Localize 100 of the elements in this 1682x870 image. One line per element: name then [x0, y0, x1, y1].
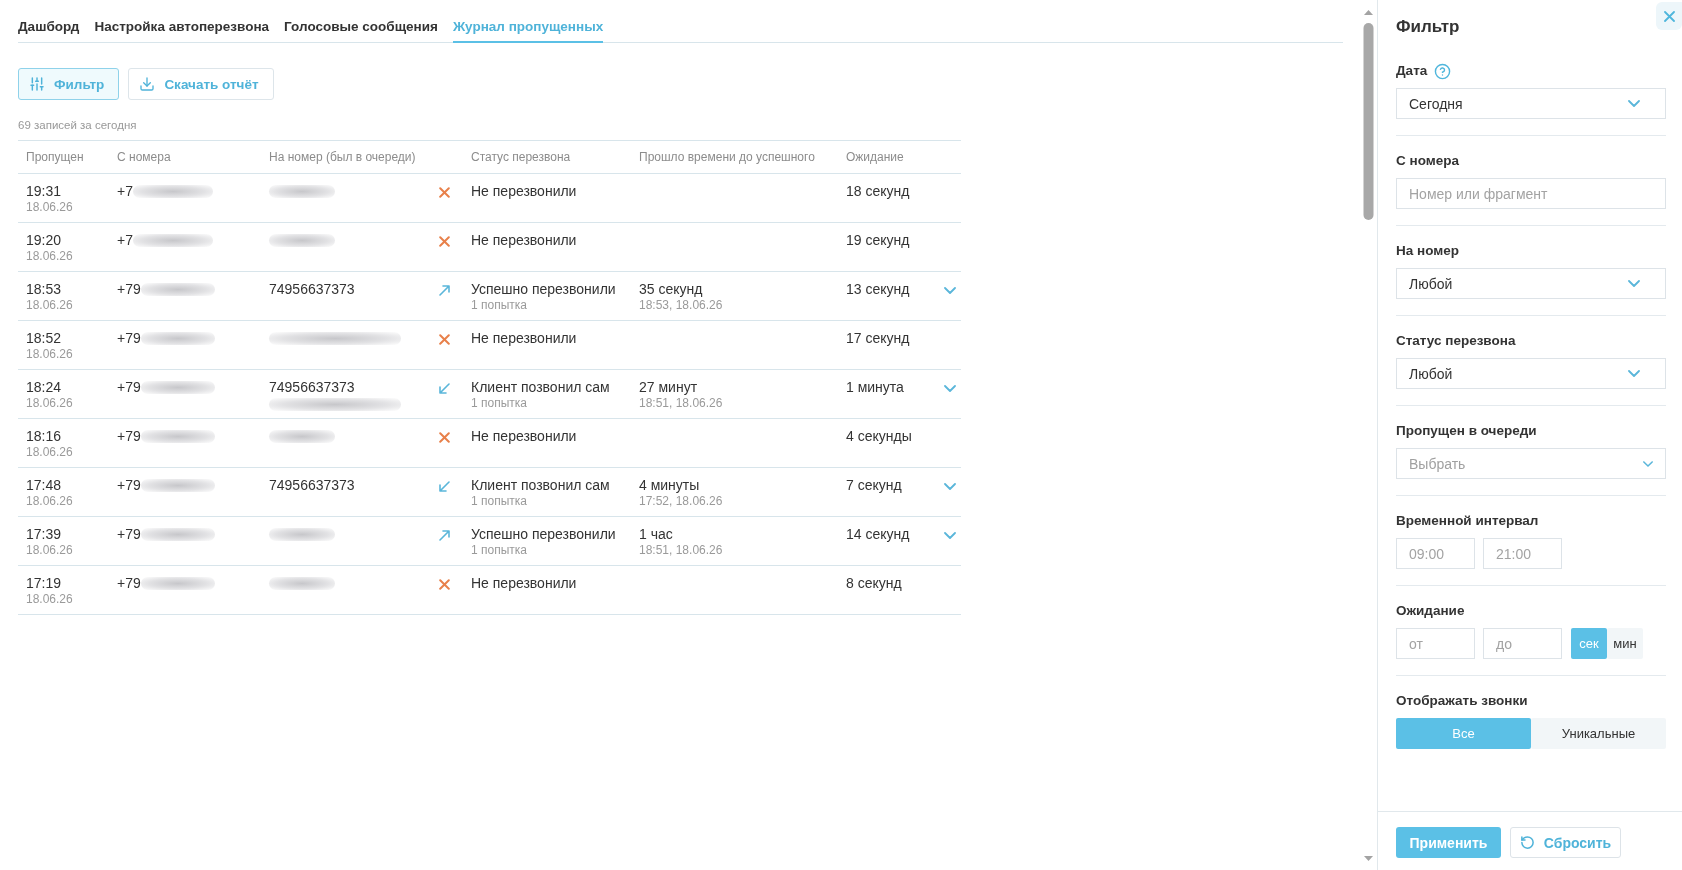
date-text: 18.06.26	[26, 249, 73, 263]
field-label: Отображать звонки	[1396, 692, 1528, 710]
attempts-text: 1 попытка	[471, 543, 527, 557]
text-input[interactable]: 21:00	[1483, 538, 1562, 569]
chevron-down-icon[interactable]	[944, 483, 956, 490]
panel-title: Фильтр	[1396, 16, 1460, 38]
attempts-text: 1 попытка	[471, 494, 527, 508]
column-header: С номера	[117, 150, 171, 164]
column-header: Статус перезвона	[471, 150, 571, 164]
phone-number: +79	[117, 428, 141, 445]
phone-number: 74956637373	[269, 281, 355, 298]
time-text: 18:52	[26, 330, 62, 347]
tab[interactable]: Голосовые сообщения	[284, 18, 438, 43]
tab[interactable]: Дашборд	[18, 18, 80, 43]
phone-number: +79	[117, 379, 141, 396]
time-text: 17:19	[26, 575, 62, 592]
date-text: 18.06.26	[26, 445, 73, 459]
time-text: 18:53	[26, 281, 62, 298]
time-text: 19:20	[26, 232, 62, 249]
phone-number: 74956637373	[269, 477, 355, 494]
timestamp-text: 18:51, 18.06.26	[639, 396, 723, 410]
timestamp-text: 17:52, 18.06.26	[639, 494, 723, 508]
status-text: Не перезвонили	[471, 428, 577, 445]
field-label: Ожидание	[1396, 602, 1465, 620]
phone-number: +79	[117, 477, 141, 494]
status-text: Клиент позвонил сам	[471, 379, 610, 396]
column-header: На номер (был в очереди)	[269, 150, 416, 164]
reset-icon	[1519, 835, 1535, 850]
phone-number: +7	[117, 183, 133, 200]
text-input[interactable]: от	[1396, 628, 1475, 659]
help-icon[interactable]	[1434, 62, 1452, 80]
dropdown[interactable]: Сегодня	[1396, 88, 1666, 119]
field-label: Временной интервал	[1396, 512, 1539, 530]
segment-button[interactable]: Уникальные	[1531, 718, 1666, 749]
chevron-down-icon[interactable]	[1643, 460, 1653, 467]
time-text: 17:39	[26, 526, 62, 543]
wait-time: 4 секунды	[846, 428, 912, 445]
phone-number: +79	[117, 526, 141, 543]
chevron-down-icon[interactable]	[1628, 280, 1640, 287]
dropdown[interactable]: Любой	[1396, 358, 1666, 389]
field-label: С номера	[1396, 152, 1459, 170]
tab[interactable]: Настройка автоперезвона	[94, 18, 270, 43]
phone-number: +7	[117, 232, 133, 249]
wait-time: 13 секунд	[846, 281, 910, 298]
chevron-down-icon[interactable]	[944, 287, 956, 294]
text-input[interactable]: до	[1483, 628, 1562, 659]
timestamp-text: 18:53, 18.06.26	[639, 298, 723, 312]
unit-toggle[interactable]: мин	[1607, 628, 1643, 659]
column-header: Пропущен	[26, 150, 84, 164]
dropdown[interactable]: Любой	[1396, 268, 1666, 299]
date-text: 18.06.26	[26, 347, 73, 361]
status-text: Не перезвонили	[471, 232, 577, 249]
column-header: Ожидание	[846, 150, 904, 164]
wait-time: 8 секунд	[846, 575, 902, 592]
record-count: 69 записей за сегодня	[18, 118, 137, 132]
field-label: Статус перезвона	[1396, 332, 1516, 350]
field-label: На номер	[1396, 242, 1459, 260]
text-input[interactable]: 09:00	[1396, 538, 1475, 569]
status-text: Клиент позвонил сам	[471, 477, 610, 494]
close-icon	[1663, 10, 1675, 22]
attempts-text: 1 попытка	[471, 298, 527, 312]
duration-text: 4 минуты	[639, 477, 700, 494]
chevron-down-icon[interactable]	[944, 385, 956, 392]
phone-number: +79	[117, 281, 141, 298]
wait-time: 17 секунд	[846, 330, 910, 347]
status-text: Не перезвонили	[471, 575, 577, 592]
chevron-down-icon[interactable]	[944, 532, 956, 539]
time-text: 18:16	[26, 428, 62, 445]
date-text: 18.06.26	[26, 494, 73, 508]
field-label: Дата	[1396, 62, 1428, 80]
phone-number: 74956637373	[269, 379, 355, 396]
wait-time: 1 минута	[846, 379, 904, 396]
date-text: 18.06.26	[26, 200, 73, 214]
column-header: Прошло времени до успешного	[639, 150, 815, 164]
date-text: 18.06.26	[26, 543, 73, 557]
duration-text: 35 секунд	[639, 281, 703, 298]
status-text: Не перезвонили	[471, 330, 577, 347]
time-text: 19:31	[26, 183, 62, 200]
wait-time: 18 секунд	[846, 183, 910, 200]
download-icon	[139, 76, 156, 92]
close-button[interactable]	[1656, 2, 1682, 30]
date-text: 18.06.26	[26, 396, 73, 410]
sliders-icon	[29, 76, 45, 92]
duration-text: 27 минут	[639, 379, 698, 396]
date-text: 18.06.26	[26, 592, 73, 606]
status-text: Не перезвонили	[471, 183, 577, 200]
status-text: Успешно перезвонили	[471, 281, 616, 298]
phone-number: +79	[117, 575, 141, 592]
status-text: Успешно перезвонили	[471, 526, 616, 543]
timestamp-text: 18:51, 18.06.26	[639, 543, 723, 557]
attempts-text: 1 попытка	[471, 396, 527, 410]
chevron-down-icon[interactable]	[1628, 100, 1640, 107]
text-input[interactable]: Номер или фрагмент	[1396, 178, 1666, 209]
wait-time: 7 секунд	[846, 477, 902, 494]
time-text: 18:24	[26, 379, 62, 396]
phone-number: +79	[117, 330, 141, 347]
wait-time: 19 секунд	[846, 232, 910, 249]
date-text: 18.06.26	[26, 298, 73, 312]
chevron-down-icon[interactable]	[1628, 370, 1640, 377]
time-text: 17:48	[26, 477, 62, 494]
